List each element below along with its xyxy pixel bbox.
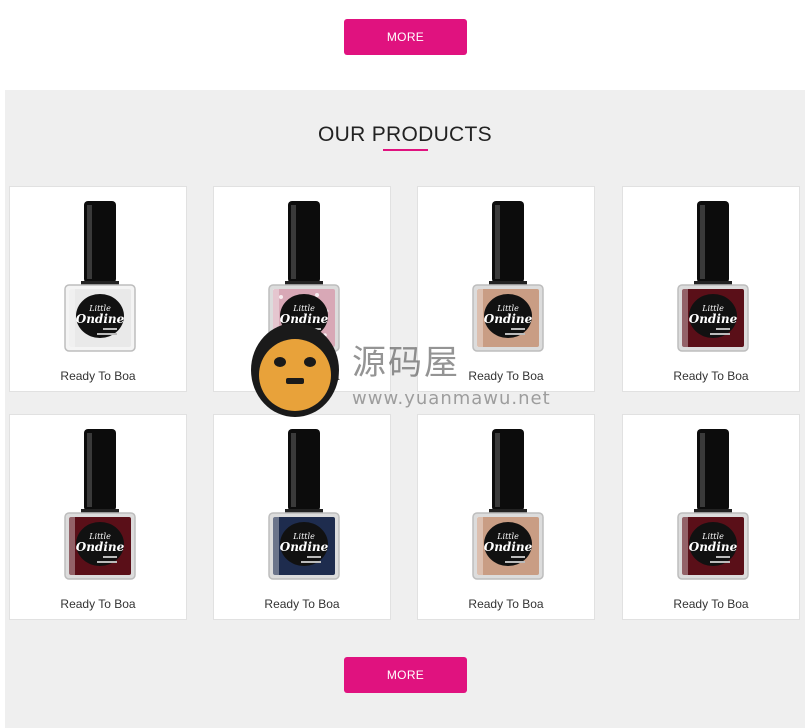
nail-polish-image: LittleOndine (268, 429, 340, 580)
products-section: OUR PRODUCTS Little Ondine Ready To Boa Lit… (5, 90, 805, 728)
product-card[interactable]: Little Ondine Ready To Boa (9, 186, 187, 392)
product-card[interactable]: Little Ondine Ready To Boa (417, 414, 595, 620)
svg-text:Ondine: Ondine (76, 312, 125, 326)
product-name[interactable]: Ready To Boa (10, 369, 186, 383)
svg-text:Ondine: Ondine (484, 312, 533, 326)
nail-polish-image: LittleOndine (677, 201, 749, 352)
watermark-text: 源码屋 (352, 343, 460, 383)
svg-text:Ondine: Ondine (76, 540, 125, 554)
nail-polish-image: LittleOndine (472, 429, 544, 580)
svg-text:Ondine: Ondine (689, 540, 738, 554)
product-card[interactable]: Little Ondine Ready To Boa (213, 414, 391, 620)
product-card[interactable]: Little Ondine Ready To Boa (622, 186, 800, 392)
section-title: OUR PRODUCTS (318, 123, 492, 146)
product-card[interactable]: Little Ondine Ready To Boa (622, 414, 800, 620)
nail-polish-image: LittleOndine (64, 201, 136, 352)
watermark-url: www.yuanmawu.net (352, 388, 551, 409)
svg-text:Ondine: Ondine (484, 540, 533, 554)
nail-polish-image: LittleOndine (268, 201, 340, 352)
more-button-top[interactable]: MORE (344, 19, 467, 55)
svg-text:Ondine: Ondine (689, 312, 738, 326)
svg-text:Ondine: Ondine (280, 540, 329, 554)
title-underline (383, 149, 428, 151)
product-name[interactable]: Ready To Boa (214, 597, 390, 611)
product-name[interactable]: Ready To Boa (623, 597, 799, 611)
product-name[interactable]: Ready To Boa (418, 597, 594, 611)
svg-text:Ondine: Ondine (280, 312, 329, 326)
nail-polish-image: LittleOndine (64, 429, 136, 580)
product-name[interactable]: Ready To Boa (10, 597, 186, 611)
product-card[interactable]: Little Ondine Ready To Boa (9, 414, 187, 620)
product-name[interactable]: Ready To Boa (623, 369, 799, 383)
nail-polish-image: LittleOndine (472, 201, 544, 352)
more-button-bottom[interactable]: MORE (344, 657, 467, 693)
nail-polish-image: LittleOndine (677, 429, 749, 580)
